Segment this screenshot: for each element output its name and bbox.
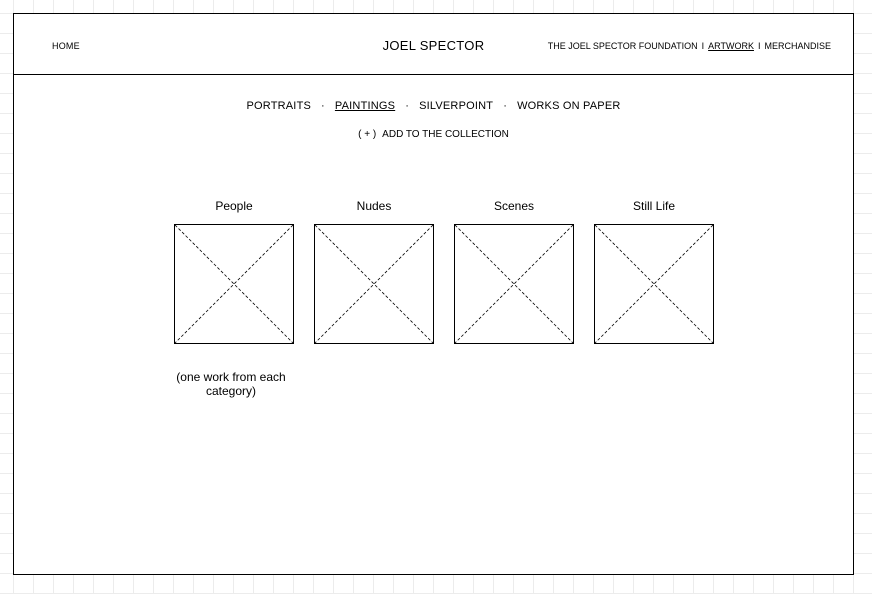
category-label: People xyxy=(215,199,253,213)
placeholder-cross-icon xyxy=(175,225,293,343)
category-scenes[interactable]: Scenes xyxy=(454,198,574,344)
nav-separator: I xyxy=(701,41,705,51)
nav-merchandise-link[interactable]: MERCHANDISE xyxy=(764,41,831,51)
placeholder-cross-icon xyxy=(455,225,573,343)
category-people[interactable]: People xyxy=(174,198,294,344)
image-placeholder[interactable] xyxy=(594,224,714,344)
subnav-silverpoint-link[interactable]: SILVERPOINT xyxy=(419,100,493,112)
subnav-separator: · xyxy=(503,100,508,112)
category-label: Nudes xyxy=(356,199,392,213)
wireframe-page: HOME JOEL SPECTOR THE JOEL SPECTOR FOUND… xyxy=(13,13,854,575)
site-header: HOME JOEL SPECTOR THE JOEL SPECTOR FOUND… xyxy=(14,14,853,75)
image-placeholder[interactable] xyxy=(454,224,574,344)
plus-icon: ( + ) xyxy=(358,129,377,140)
category-note: (one work from each category) xyxy=(176,370,286,398)
category-nudes[interactable]: Nudes xyxy=(314,198,434,344)
category-label: Scenes xyxy=(493,199,535,213)
image-placeholder[interactable] xyxy=(314,224,434,344)
add-to-collection-label: ADD TO THE COLLECTION xyxy=(382,129,509,140)
artwork-subnav: PORTRAITS · PAINTINGS · SILVERPOINT · WORKS ON… xyxy=(14,100,853,112)
nav-foundation-link[interactable]: THE JOEL SPECTOR FOUNDATION xyxy=(548,41,698,51)
subnav-paintings-link[interactable]: PAINTINGS xyxy=(335,100,395,112)
subnav-separator: · xyxy=(321,100,325,112)
subnav-separator: · xyxy=(405,100,410,112)
nav-artwork-link[interactable]: ARTWORK xyxy=(708,41,754,51)
top-nav: THE JOEL SPECTOR FOUNDATION I ARTWORK I MERC… xyxy=(548,41,831,51)
subnav-portraits-link[interactable]: PORTRAITS xyxy=(246,100,311,112)
category-label: Still Life xyxy=(632,199,676,213)
add-to-collection-button[interactable]: ( + ) ADD TO THE COLLECTION xyxy=(14,129,853,140)
image-placeholder[interactable] xyxy=(174,224,294,344)
category-still-life[interactable]: Still Life xyxy=(594,198,714,344)
subnav-works-on-paper-link[interactable]: WORKS ON PAPER xyxy=(517,100,620,112)
placeholder-cross-icon xyxy=(595,225,713,343)
nav-separator: I xyxy=(757,41,761,51)
placeholder-cross-icon xyxy=(315,225,433,343)
